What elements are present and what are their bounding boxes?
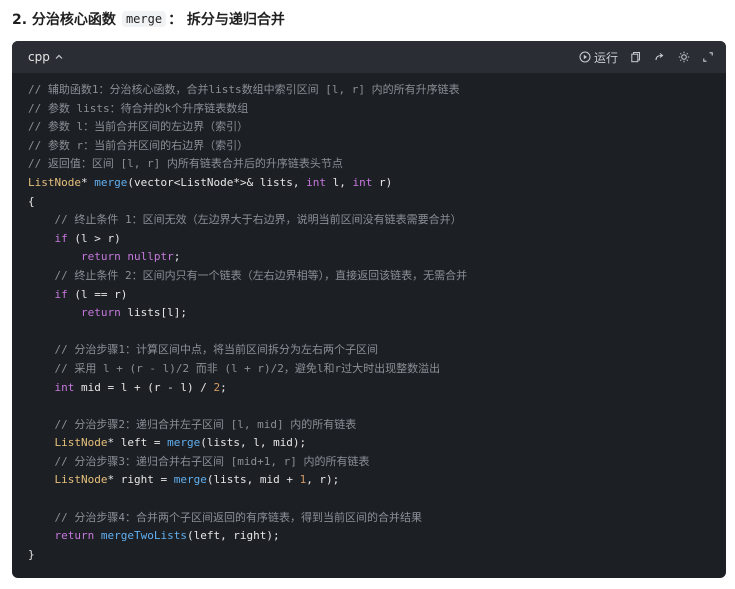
code-token-keyword: int xyxy=(352,175,373,189)
code-token-comment: // 参数 lists：待合并的k个升序链表数组 xyxy=(28,101,249,115)
code-token-plain: l, xyxy=(326,175,353,189)
code-token-plain: ; xyxy=(173,250,181,264)
code-line: // 分治步骤1：计算区间中点，将当前区间拆分为左右两个子区间 xyxy=(28,341,467,360)
code-token-plain: (l == r) xyxy=(67,287,128,301)
code-token-keyword: return xyxy=(28,306,121,320)
code-token-comment: // 分治步骤1：计算区间中点，将当前区间拆分为左右两个子区间 xyxy=(28,343,378,357)
chevron-up-icon xyxy=(55,54,63,59)
heading-prefix: 2. 分治核心函数 xyxy=(12,12,116,28)
code-token-comment: // 终止条件 2：区间内只有一个链表（左右边界相等），直接返回该链表，无需合并 xyxy=(28,268,468,282)
share-arrow-icon xyxy=(655,53,664,61)
code-line: } xyxy=(28,546,467,565)
code-line: // 参数 r：当前合并区间的右边界（索引） xyxy=(28,137,467,156)
code-content[interactable]: // 辅助函数1：分治核心函数，合并lists数组中索引区间 [l, r] 内的… xyxy=(28,81,467,564)
code-line: // 分治步骤3：递归合并右子区间 [mid+1, r] 内的所有链表 xyxy=(28,453,467,472)
code-line: if (l == r) xyxy=(28,286,467,305)
code-line: // 分治步骤4：合并两个子区间返回的有序链表，得到当前区间的合并结果 xyxy=(28,509,467,528)
expand-button[interactable] xyxy=(702,51,714,63)
code-token-keyword: int xyxy=(306,175,327,189)
code-line: // 采用 l + (r - l)/2 而非 (l + r)/2，避免l和r过大… xyxy=(28,360,467,379)
code-line: // 参数 lists：待合并的k个升序链表数组 xyxy=(28,100,467,119)
code-token-type: ListNode xyxy=(28,436,108,450)
code-token-function: mergeTwoLists xyxy=(100,529,187,543)
code-line: // 终止条件 2：区间内只有一个链表（左右边界相等），直接返回该链表，无需合并 xyxy=(28,267,467,286)
code-line: ListNode* merge(vector<ListNode*>& lists… xyxy=(28,174,467,193)
code-line: return mergeTwoLists(left, right); xyxy=(28,527,467,546)
copy-icon xyxy=(631,52,640,63)
code-token-comment: // 返回值：区间 [l, r] 内所有链表合并后的升序链表头节点 xyxy=(28,157,343,171)
code-line: { xyxy=(28,193,467,212)
code-toolbar: cpp 运行 xyxy=(12,41,726,73)
code-line: ListNode* left = merge(lists, l, mid); xyxy=(28,434,467,453)
code-token-comment: // 参数 l：当前合并区间的左边界（索引） xyxy=(28,120,249,134)
code-token-plain: (lists, mid + xyxy=(206,473,300,487)
code-token-plain: r) xyxy=(372,175,393,189)
code-token-type: ListNode xyxy=(28,473,108,487)
code-token-comment: // 分治步骤3：递归合并右子区间 [mid+1, r] 内的所有链表 xyxy=(28,454,370,468)
theme-toggle-button[interactable] xyxy=(678,51,690,63)
play-circle-icon xyxy=(579,51,591,63)
code-token-comment: // 采用 l + (r - l)/2 而非 (l + r)/2，避免l和r过大… xyxy=(28,361,441,375)
copy-button[interactable] xyxy=(630,51,642,63)
code-line xyxy=(28,323,467,342)
code-token-keyword: nullptr xyxy=(127,250,174,264)
code-token-keyword: return xyxy=(28,250,121,264)
code-token-type: ListNode xyxy=(28,175,81,189)
code-token-plain: { xyxy=(28,194,35,208)
code-token-function: merge xyxy=(167,436,201,450)
code-token-plain: * right = xyxy=(107,473,174,487)
code-token-comment: // 分治步骤4：合并两个子区间返回的有序链表，得到当前区间的合并结果 xyxy=(28,510,422,524)
code-token-plain: lists[l]; xyxy=(120,306,187,320)
code-token-plain: ; xyxy=(220,380,227,394)
code-token-plain: * xyxy=(80,175,95,189)
code-token-keyword: if xyxy=(28,287,68,301)
heading-code: merge xyxy=(121,11,167,27)
code-line: int mid = l + (r - l) / 2; xyxy=(28,379,467,398)
heading-suffix: ： 拆分与递归合并 xyxy=(168,12,285,28)
code-token-plain: (lists, l, mid); xyxy=(200,436,307,450)
code-line: // 终止条件 1：区间无效（左边界大于右边界，说明当前区间没有链表需要合并） xyxy=(28,211,467,230)
share-button[interactable] xyxy=(654,51,666,63)
code-line xyxy=(28,397,467,416)
code-line: return lists[l]; xyxy=(28,304,467,323)
code-line: // 分治步骤2：递归合并左子区间 [l, mid] 内的所有链表 xyxy=(28,416,467,435)
language-selector[interactable]: cpp xyxy=(28,50,64,64)
code-token-plain: * left = xyxy=(107,436,168,450)
code-token-plain: mid = l + (r - l) / xyxy=(74,380,214,394)
code-token-comment: // 分治步骤2：递归合并左子区间 [l, mid] 内的所有链表 xyxy=(28,417,357,431)
code-token-plain: } xyxy=(28,547,35,561)
run-button[interactable]: 运行 xyxy=(579,49,618,66)
sun-icon xyxy=(678,51,690,63)
code-token-keyword: return xyxy=(28,529,95,543)
expand-icon xyxy=(703,52,713,62)
language-label: cpp xyxy=(28,50,50,64)
code-token-plain: (vector<ListNode*>& lists, xyxy=(127,175,307,189)
code-line: if (l > r) xyxy=(28,230,467,249)
code-token-comment: // 辅助函数1：分治核心函数，合并lists数组中索引区间 [l, r] 内的… xyxy=(28,83,460,96)
code-block: cpp 运行 // 辅助函数1：分治核心函数，合并lists数组中索引区间 [l… xyxy=(12,41,726,578)
code-line: return nullptr; xyxy=(28,248,467,267)
code-token-comment: // 参数 r：当前合并区间的右边界（索引） xyxy=(28,138,249,152)
code-line: // 参数 l：当前合并区间的左边界（索引） xyxy=(28,118,467,137)
section-heading: 2. 分治核心函数 merge ： 拆分与递归合并 xyxy=(12,9,285,29)
code-token-comment: // 终止条件 1：区间无效（左边界大于右边界，说明当前区间没有链表需要合并） xyxy=(28,213,462,227)
code-line: // 返回值：区间 [l, r] 内所有链表合并后的升序链表头节点 xyxy=(28,155,467,174)
code-token-plain: , r); xyxy=(306,473,340,487)
code-token-function: merge xyxy=(173,473,207,487)
code-token-keyword: if xyxy=(28,231,68,245)
code-token-keyword: int xyxy=(28,380,75,394)
run-label: 运行 xyxy=(593,50,618,65)
code-token-plain: (l > r) xyxy=(67,231,121,245)
code-line xyxy=(28,490,467,509)
code-line: // 辅助函数1：分治核心函数，合并lists数组中索引区间 [l, r] 内的… xyxy=(28,81,467,100)
code-token-plain: (left, right); xyxy=(186,529,280,543)
code-token-function: merge xyxy=(94,175,128,189)
code-line: ListNode* right = merge(lists, mid + 1, … xyxy=(28,471,467,490)
